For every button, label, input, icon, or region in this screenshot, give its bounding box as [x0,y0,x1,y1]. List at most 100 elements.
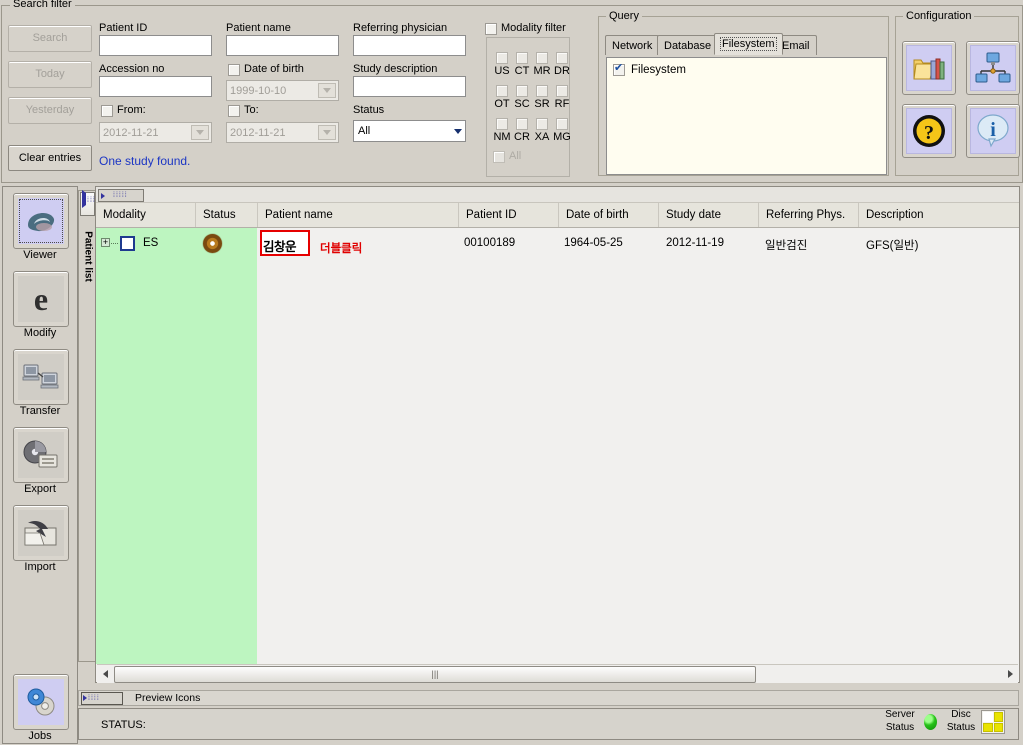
from-date-value: 2012-11-21 [103,126,159,139]
xa-checkbox-box[interactable] [536,118,548,130]
study-description-input[interactable] [353,76,466,97]
column-header-referring-phys[interactable]: Referring Phys. [758,203,858,227]
row-expand-toggle[interactable]: + [101,238,110,247]
modality-label-us: US [494,65,510,77]
scroll-right-arrow-icon[interactable] [1002,666,1018,682]
search-button[interactable]: Search [8,25,92,52]
today-button[interactable]: Today [8,61,92,88]
modality-checkbox-rf[interactable]: RF [551,85,573,110]
modality-checkbox-dr[interactable]: DR [551,52,573,77]
column-header-description[interactable]: Description [858,203,1019,227]
column-grip-handle[interactable]: ⁞⁞⁞⁞⁞ [98,189,144,202]
disc-status-label-line1: Disc [951,709,971,720]
modality-checkbox-ct[interactable]: CT [511,52,533,77]
patient-list-tab-label: Patient list [82,231,94,282]
patient-id-input[interactable] [99,35,212,56]
database-config-icon [906,45,952,91]
to-checkbox[interactable] [228,105,240,117]
clear-entries-button[interactable]: Clear entries [8,145,92,171]
nm-checkbox-box[interactable] [496,118,508,130]
database-config-button[interactable] [902,41,956,95]
column-header-status[interactable]: Status [195,203,257,227]
sidebar-item-jobs[interactable] [13,674,69,730]
status-chevron-down-icon[interactable] [454,121,462,141]
sr-checkbox-box[interactable] [536,85,548,97]
ct-checkbox-box[interactable] [516,52,528,64]
patient-name-input[interactable] [226,35,339,56]
row-select-checkbox[interactable] [120,236,135,251]
date-of-birth-checkbox[interactable] [228,64,240,76]
selected-row-highlight[interactable] [96,228,257,664]
query-source-list[interactable]: Filesystem [606,57,887,175]
modality-checkbox-nm[interactable]: NM [491,118,513,143]
server-status-label-line1: Server [885,709,915,720]
status-label: Status [353,104,385,116]
modality-checkbox-mr[interactable]: MR [531,52,553,77]
us-checkbox-box[interactable] [496,52,508,64]
modality-checkbox-xa[interactable]: XA [531,118,553,143]
mr-checkbox-box[interactable] [536,52,548,64]
date-of-birth-picker[interactable]: 1999-10-10 [226,80,339,101]
sidebar-item-import[interactable] [13,505,69,561]
network-config-button[interactable] [966,41,1020,95]
help-question-icon: ? [906,108,952,154]
status-select-value: All [358,125,371,137]
referring-physician-input[interactable] [353,35,466,56]
preview-icons-grip[interactable]: ⁞⁞⁞⁞ [81,691,123,705]
sidebar-item-export[interactable] [13,427,69,483]
modality-checkbox-sr[interactable]: SR [531,85,553,110]
modality-checkbox-mg[interactable]: MG [551,118,573,143]
modality-checkbox-cr[interactable]: CR [511,118,533,143]
dr-checkbox-box[interactable] [556,52,568,64]
to-date-dropdown-icon[interactable] [318,125,336,140]
sidebar-item-modify[interactable]: e [13,271,69,327]
about-button[interactable]: i [966,104,1020,158]
from-checkbox[interactable] [101,105,113,117]
tab-database-label: Database [664,39,712,52]
accession-no-input[interactable] [99,76,212,97]
tab-database[interactable]: Database [657,35,719,55]
column-header-date-of-birth[interactable]: Date of birth [558,203,658,227]
ot-checkbox-box[interactable] [496,85,508,97]
column-header-study-date[interactable]: Study date [658,203,758,227]
table-row[interactable] [257,228,1019,664]
filesystem-item-label: Filesystem [631,64,686,76]
sidebar-label-export: Export [24,483,56,495]
column-header-patient-name[interactable]: Patient name [257,203,458,227]
scroll-left-arrow-icon[interactable] [97,666,113,682]
preview-icons-bar[interactable]: ⁞⁞⁞⁞ Preview Icons [78,690,1019,706]
help-button[interactable]: ? [902,104,956,158]
sc-checkbox-box[interactable] [516,85,528,97]
modality-checkbox-us[interactable]: US [491,52,513,77]
query-list-item-filesystem[interactable]: Filesystem [613,62,686,76]
modality-all-checkbox[interactable] [493,151,505,163]
accession-no-label: Accession no [99,63,165,75]
from-date-picker[interactable]: 2012-11-21 [99,122,212,143]
dob-dropdown-icon[interactable] [318,83,336,98]
sidebar-label-import: Import [24,561,56,573]
sidebar-item-viewer[interactable] [13,193,69,249]
search-filter-panel: Search filter Search Today Yesterday Cle… [1,0,1023,183]
from-date-dropdown-icon[interactable] [191,125,209,140]
server-status-indicator [924,714,937,730]
mg-checkbox-box[interactable] [556,118,568,130]
patient-list-tab-grip[interactable]: ⁞⁞⁞ [80,190,95,216]
cr-checkbox-box[interactable] [516,118,528,130]
rf-checkbox-box[interactable] [556,85,568,97]
modality-filter-checkbox[interactable] [485,23,497,35]
to-date-picker[interactable]: 2012-11-21 [226,122,339,143]
patient-list-tab[interactable]: ⁞⁞⁞ Patient list [78,190,96,662]
tab-network[interactable]: Network [605,35,660,55]
column-header-modality[interactable]: Modality [96,203,195,227]
table-horizontal-scrollbar[interactable]: ||| [97,664,1018,683]
tree-connector-line [111,243,118,244]
sidebar-item-transfer[interactable] [13,349,69,405]
status-select[interactable]: All [353,120,466,142]
column-header-patient-id[interactable]: Patient ID [458,203,558,227]
modality-checkbox-ot[interactable]: OT [491,85,513,110]
yesterday-button[interactable]: Yesterday [8,97,92,124]
modality-checkbox-sc[interactable]: SC [511,85,533,110]
tab-filesystem[interactable]: Filesystem [714,33,783,55]
scrollbar-thumb[interactable]: ||| [114,665,756,683]
filesystem-checkbox[interactable] [613,62,625,76]
